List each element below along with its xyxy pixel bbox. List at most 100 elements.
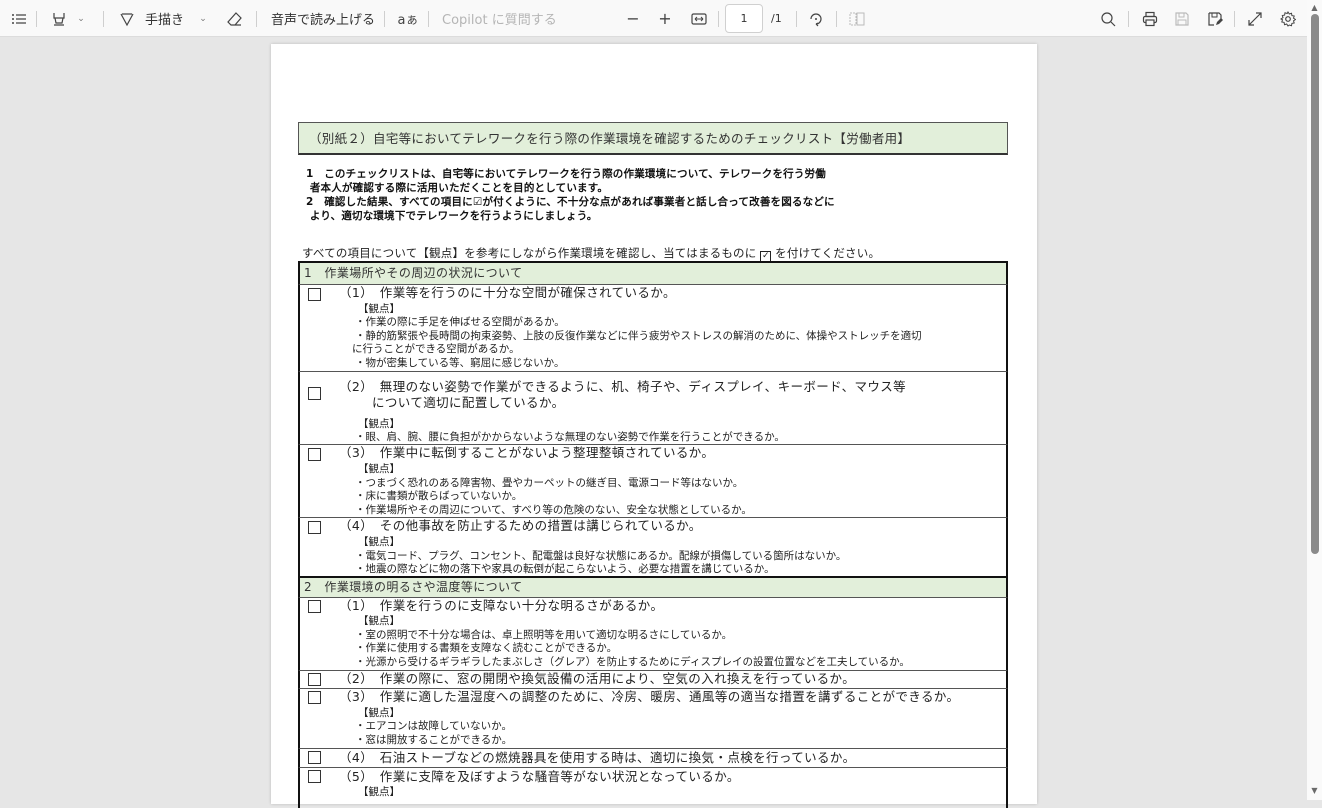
viewpoint-label: 【観点】 [358,463,400,475]
viewpoint-point: ・眼、肩、腕、腰に負担がかからないような無理のない姿勢で作業を行うことができるか… [355,431,785,443]
intro-line: 1 このチェックリストは、自宅等においてテレワークを行う際の作業環境について、テ… [306,168,826,180]
checklist-item: （4） その他事故を防止するための措置は講じられているか。 【観点】 ・電気コー… [298,518,1008,578]
page-view-button[interactable] [847,0,867,37]
intro-line: より、適切な環境下でテレワークを行うようにしましょう。 [306,210,598,222]
item-checkbox[interactable] [308,751,321,764]
translate-icon: aぁ [397,13,419,28]
toolbar-divider [1234,11,1235,27]
save-button[interactable] [1172,0,1192,37]
zoom-out-button[interactable]: − [624,0,642,37]
instruction-text: すべての項目について【観点】を参考にしながら作業環境を確認し、当てはまるものに … [302,246,881,262]
intro-text: 1 このチェックリストは、自宅等においてテレワークを行う際の作業環境について、テ… [306,167,835,223]
toolbar-divider [103,11,104,27]
save-as-button[interactable] [1205,0,1225,37]
item-question: （5） 作業に支障を及ぼすような騒音等がない状況となっているか。 [339,769,740,784]
viewpoint-point: ・光源から受けるギラギラしたまぶしさ（グレア）を防止するためにディスプレイの設置… [355,656,910,668]
table-of-contents-button[interactable] [8,0,30,37]
viewpoint-label: 【観点】 [358,536,400,548]
viewpoint-point: ・窓は開放することができるか。 [355,734,513,746]
checklist-item: （1） 作業を行うのに支障ない十分な明るさがあるか。 【観点】 ・室の照明で不十… [298,598,1008,671]
section-heading: 1 作業場所やその周辺の状況について [298,261,1008,285]
item-question: （3） 作業に適した温湿度への調整のために、冷房、暖房、通風等の適当な措置を講ず… [339,689,960,704]
viewpoint-point: に行うことができる空間があるか。 [352,343,520,355]
document-title: （別紙２）自宅等においてテレワークを行う際の作業環境を確認するためのチェックリス… [298,122,1008,155]
item-question: （1） 作業を行うのに支障ない十分な明るさがあるか。 [339,598,664,613]
zoom-in-button[interactable]: + [656,0,674,37]
toolbar-divider [796,11,797,27]
viewpoint-label: 【観点】 [358,786,400,798]
checklist-item: （1） 作業等を行うのに十分な空間が確保されているか。 【観点】 ・作業の際に手… [298,285,1008,372]
print-button[interactable] [1140,0,1160,37]
item-checkbox[interactable] [308,600,321,613]
viewpoint-label: 【観点】 [358,707,400,719]
copilot-input[interactable]: Copilot に質問する [442,0,557,37]
viewpoint-point: ・作業場所やその周辺について、すべり等の危険のない、安全な状態としているか。 [355,504,752,516]
viewpoint-label: 【観点】 [358,418,400,430]
item-question: （2） 作業の際に、窓の開閉や換気設備の活用により、空気の入れ換えを行っているか… [339,671,856,686]
save-icon [1175,11,1189,26]
scroll-up-arrow[interactable]: ▲ [1309,3,1320,13]
fit-to-width-button[interactable] [689,0,709,37]
viewpoint-label: 【観点】 [358,303,400,315]
fit-to-width-icon [691,12,707,25]
highlight-dropdown[interactable]: ⌄ [74,0,88,37]
toolbar-divider [718,11,719,27]
viewpoint-point: ・地震の際などに物の落下や家具の転倒が起こらないよう、必要な措置を講じているか。 [355,563,775,575]
intro-line: 2 確認した結果、すべての項目に☑が付くように、不十分な点があれば事業者と話し合… [306,196,835,208]
print-icon [1142,11,1158,26]
draw-dropdown[interactable]: ⌄ [196,0,210,37]
section-heading: 2 作業環境の明るさや温度等について [298,577,1008,598]
toolbar-divider [428,11,429,27]
settings-icon [1280,10,1296,27]
eraser-icon [227,11,242,26]
viewpoint-point: ・静的筋緊張や長時間の拘束姿勢、上肢の反復作業などに伴う疲労やストレスの解消のた… [355,330,922,342]
item-checkbox[interactable] [308,770,321,783]
checklist-item: （2） 無理のない姿勢で作業ができるように、机、椅子や、ディスプレイ、キーボード… [298,372,1008,445]
draw-button[interactable] [116,0,138,37]
item-question: （3） 作業中に転倒することがないよう整理整頓されているか。 [339,445,715,460]
viewpoint-point: ・つまづく恐れのある障害物、畳やカーペットの継ぎ目、電源コード等はないか。 [355,477,744,489]
item-question: （2） 無理のない姿勢で作業ができるように、机、椅子や、ディスプレイ、キーボード… [339,379,907,394]
viewpoint-point: ・電気コード、プラグ、コンセント、配電盤は良好な状態にあるか。配線が損傷している… [355,550,847,562]
rotate-button[interactable] [806,0,826,37]
viewpoint-label: 【観点】 [358,615,400,627]
viewpoint-point: ・作業に使用する書類を支障なく読むことができるか。 [355,642,618,654]
item-question: （1） 作業等を行うのに十分な空間が確保されているか。 [339,285,676,300]
item-question-continued: について適切に配置しているか。 [372,395,565,410]
item-question: （4） その他事故を防止するための措置は講じられているか。 [339,518,702,533]
page-total: /1 [771,12,782,25]
checklist-item: （3） 作業に適した温湿度への調整のために、冷房、暖房、通風等の適当な措置を講ず… [298,689,1008,749]
toolbar-divider [384,11,385,27]
fullscreen-icon [1248,11,1262,26]
item-checkbox[interactable] [308,288,321,301]
checklist-item: （2） 作業の際に、窓の開閉や換気設備の活用により、空気の入れ換えを行っているか… [298,671,1008,689]
scrollbar-thumb[interactable] [1311,14,1319,554]
checklist-item: （5） 作業に支障を及ぼすような騒音等がない状況となっているか。 【観点】 [298,768,1008,808]
viewpoint-point: ・作業の際に手足を伸ばせる空間があるか。 [355,316,565,328]
scroll-down-arrow[interactable]: ▼ [1309,786,1320,796]
item-checkbox[interactable] [308,691,321,704]
settings-button[interactable] [1277,0,1299,37]
fullscreen-button[interactable] [1245,0,1265,37]
viewpoint-point: ・床に書類が散らばっていないか。 [355,490,523,502]
translate-button[interactable]: aぁ [396,0,420,37]
toolbar-divider [36,11,37,27]
item-checkbox[interactable] [308,387,321,400]
item-checkbox[interactable] [308,521,321,534]
highlight-button[interactable] [48,0,70,37]
highlighter-icon [53,12,65,26]
item-checkbox[interactable] [308,448,321,461]
viewpoint-point: ・室の照明で不十分な場合は、卓上照明等を用いて適切な明るさにしているか。 [355,629,733,641]
search-button[interactable] [1098,0,1118,37]
read-aloud-button[interactable]: 音声で読み上げる [271,0,375,37]
toolbar-divider [836,11,837,27]
draw-label[interactable]: 手描き [145,0,184,37]
save-as-icon [1208,11,1223,26]
item-checkbox[interactable] [308,673,321,686]
pdf-toolbar: ⌄ 手描き ⌄ 音声で読み上げる aぁ Copilot に質問する − + 1 … [0,0,1307,37]
viewpoint-point: ・物が密集している等、窮屈に感じないか。 [355,357,565,369]
toolbar-divider [1128,11,1129,27]
erase-button[interactable] [224,0,246,37]
page-number-input[interactable]: 1 [725,4,763,33]
toolbar-divider [256,11,257,27]
